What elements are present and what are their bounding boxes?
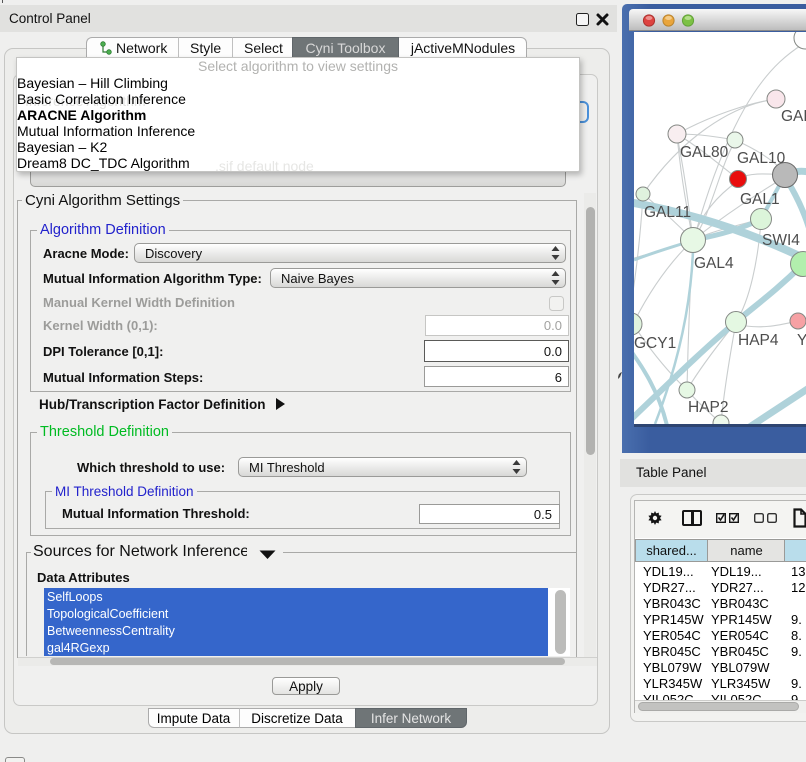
svg-text:GCY1: GCY1: [634, 335, 676, 352]
svg-text:HAP4: HAP4: [738, 332, 779, 349]
svg-text:GAL11: GAL11: [644, 204, 691, 221]
svg-text:GAL7: GAL7: [781, 108, 806, 125]
svg-text:Y: Y: [797, 332, 806, 349]
svg-text:GAL4: GAL4: [694, 255, 734, 272]
svg-text:GAL80: GAL80: [680, 144, 729, 161]
svg-text:GAL10: GAL10: [737, 150, 786, 167]
svg-text:HAP2: HAP2: [688, 399, 729, 416]
svg-text:SWI4: SWI4: [762, 232, 800, 249]
svg-text:GAL1: GAL1: [740, 191, 780, 208]
